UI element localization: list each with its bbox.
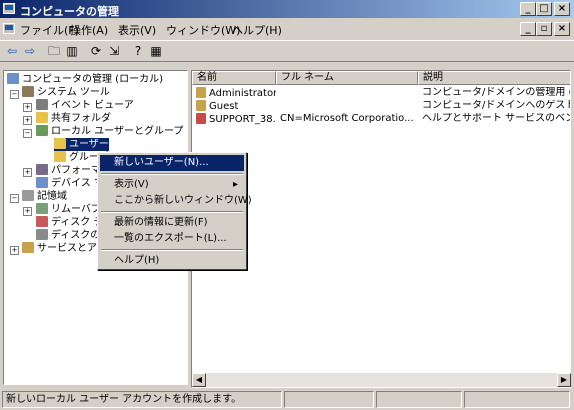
status-text: 新しいローカル ユーザー アカウントを作成します。 (2, 391, 282, 408)
menu-item-new-window[interactable]: ここから新しいウィンドウ(W) (100, 193, 252, 209)
status-bar: 新しいローカル ユーザー アカウントを作成します。 (0, 389, 574, 410)
child-minimize-button[interactable]: _ (520, 22, 536, 36)
status-panel-2 (284, 391, 374, 408)
column-header-description[interactable]: 説明 (418, 71, 570, 85)
tree-item-system-tools[interactable]: システム ツール (22, 86, 110, 99)
folder-icon (54, 138, 66, 149)
menu-window[interactable]: ウィンドウ(W) (166, 22, 240, 38)
folder-icon (54, 151, 66, 162)
disabled-user-icon (196, 113, 206, 124)
title-bar[interactable]: コンピュータの管理 _ □ × (0, 0, 574, 18)
child-restore-button[interactable]: ▫ (536, 22, 552, 36)
menu-separator (101, 211, 243, 213)
table-row[interactable]: Administrator コンピュータ/ドメインの管理用 (ビル (192, 87, 570, 99)
column-header-fullname[interactable]: フル ネーム (276, 71, 418, 85)
child-close-button[interactable]: × (554, 22, 570, 36)
toolbar: ⇦ ⇨ 🗀 ▥ ⟳ ⇲ ? ▦ (0, 40, 574, 62)
shared-folder-icon (36, 112, 48, 123)
menu-item-help[interactable]: ヘルプ(H) (100, 253, 244, 269)
storage-icon (22, 190, 34, 201)
menu-item-new-user[interactable]: 新しいユーザー(N)... (100, 155, 244, 171)
expand-icon[interactable]: + (23, 168, 32, 177)
expand-icon[interactable]: + (23, 207, 32, 216)
performance-icon (36, 164, 48, 175)
up-folder-icon[interactable]: 🗀 (46, 44, 62, 59)
window-title: コンピュータの管理 (20, 5, 119, 18)
tree-item-event-viewer[interactable]: イベント ビューア (36, 99, 134, 112)
collapse-icon[interactable]: − (23, 129, 32, 138)
context-menu: 新しいユーザー(N)... 表示(V) ▸ ここから新しいウィンドウ(W) 最新… (97, 152, 252, 270)
properties-icon[interactable]: ▦ (148, 44, 164, 59)
minimize-button[interactable]: _ (520, 2, 536, 16)
disk-management-icon (36, 229, 48, 240)
submenu-arrow-icon: ▸ (232, 179, 238, 190)
menu-help[interactable]: ヘルプ(H) (232, 22, 282, 38)
menu-action[interactable]: 操作(A) (70, 22, 108, 38)
close-button[interactable]: × (554, 2, 570, 16)
maximize-button[interactable]: □ (536, 2, 552, 16)
menu-item-refresh[interactable]: 最新の情報に更新(F) (100, 215, 244, 231)
menu-bar: ファイル(F) 操作(A) 表示(V) ウィンドウ(W) ヘルプ(H) _ ▫ … (0, 20, 574, 38)
collapse-icon[interactable]: − (10, 90, 19, 99)
tools-icon (22, 86, 34, 97)
forward-icon[interactable]: ⇨ (22, 44, 38, 59)
menu-separator (101, 249, 243, 251)
expand-icon[interactable]: + (10, 246, 19, 255)
user-icon (196, 87, 206, 98)
scroll-left-icon[interactable]: ◀ (192, 373, 206, 387)
export-list-icon[interactable]: ⇲ (106, 44, 122, 59)
refresh-icon[interactable]: ⟳ (88, 44, 104, 59)
tree-item-users[interactable]: ユーザー (54, 138, 109, 151)
tree-item-computer-management[interactable]: コンピュータの管理 (ローカル) (7, 73, 163, 86)
tree-item-local-users-groups[interactable]: ローカル ユーザーとグループ (36, 125, 183, 138)
status-panel-3 (376, 391, 462, 408)
scroll-right-icon[interactable]: ▶ (557, 373, 571, 387)
removable-storage-icon (36, 203, 48, 214)
menu-separator (101, 173, 243, 175)
help-icon[interactable]: ? (130, 44, 146, 59)
horizontal-scrollbar[interactable]: ◀ ▶ (192, 373, 571, 387)
status-panel-4 (464, 391, 570, 408)
tree-item-storage[interactable]: 記憶域 (22, 190, 67, 203)
computer-management-icon (3, 3, 15, 14)
collapse-icon[interactable]: − (10, 194, 19, 203)
services-icon (22, 242, 34, 253)
menu-view[interactable]: 表示(V) (118, 22, 156, 38)
defrag-icon (36, 216, 48, 227)
column-header-name[interactable]: 名前 (192, 71, 276, 85)
show-hide-tree-icon[interactable]: ▥ (64, 44, 80, 59)
mmc-icon (3, 23, 15, 34)
users-groups-icon (36, 125, 48, 136)
computer-icon (7, 73, 19, 84)
expand-icon[interactable]: + (23, 103, 32, 112)
back-icon[interactable]: ⇦ (4, 44, 20, 59)
details-pane[interactable]: 名前 フル ネーム 説明 Administrator コンピュータ/ドメインの管… (191, 70, 571, 388)
tree-item-shared-folders[interactable]: 共有フォルダ (36, 112, 111, 125)
expand-icon[interactable]: + (23, 116, 32, 125)
table-row[interactable]: Guest コンピュータ/ドメインへのゲスト アクセ (192, 100, 570, 112)
menu-item-view[interactable]: 表示(V) ▸ (100, 177, 244, 193)
device-manager-icon (36, 177, 48, 188)
user-icon (196, 100, 206, 111)
menu-item-export-list[interactable]: 一覧のエクスポート(L)... (100, 231, 244, 247)
table-row[interactable]: SUPPORT_38... CN=Microsoft Corporatio...… (192, 113, 570, 125)
event-viewer-icon (36, 99, 48, 110)
